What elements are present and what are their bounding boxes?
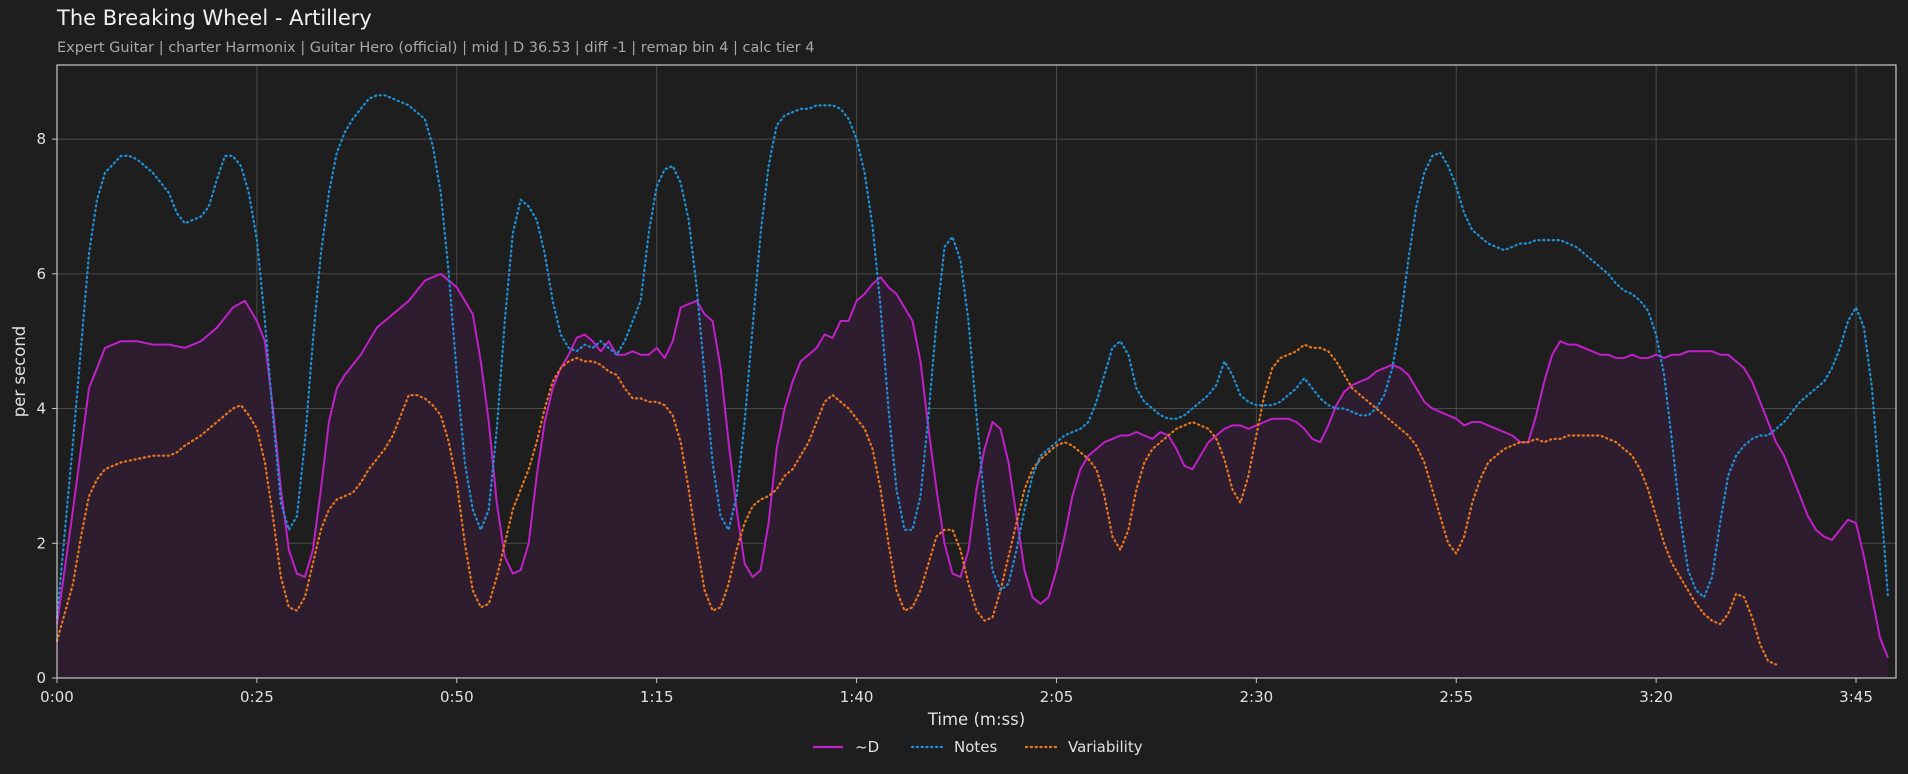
x-tick-label: 1:15	[640, 688, 674, 706]
x-axis-label: Time (m:ss)	[927, 710, 1025, 729]
series-layer	[55, 94, 1890, 678]
x-tick-label: 3:45	[1839, 688, 1873, 706]
y-tick-label: 2	[36, 534, 46, 552]
line-chart: 0:00 0:25 0:50 1:15 1:40 2:05 2:30 2:55 3:20 3:45…	[10, 64, 1897, 756]
legend-label-d: ~D	[855, 738, 879, 756]
x-tick-label: 2:30	[1240, 688, 1274, 706]
x-tick-label: 1:40	[840, 688, 874, 706]
y-tick-label: 4	[36, 400, 46, 418]
x-tick-label: 2:05	[1040, 688, 1074, 706]
x-tick-label: 0:00	[40, 688, 74, 706]
legend-label-notes: Notes	[954, 738, 998, 756]
x-tick-label: 0:50	[440, 688, 474, 706]
legend-label-variability: Variability	[1068, 738, 1143, 756]
d-area-fill	[57, 273, 1889, 678]
x-tick-label: 0:25	[240, 688, 274, 706]
y-tick-label: 0	[36, 669, 46, 687]
legend: ~D Notes Variability	[813, 738, 1143, 756]
y-tick-label: 6	[36, 265, 46, 283]
y-axis-label: per second	[10, 326, 29, 418]
x-tick-label: 3:20	[1639, 688, 1673, 706]
x-tick-label: 2:55	[1439, 688, 1473, 706]
x-axis-ticks: 0:00 0:25 0:50 1:15 1:40 2:05 2:30 2:55 3:20 3:45	[40, 678, 1873, 706]
y-tick-label: 8	[36, 130, 46, 148]
y-axis-ticks: 0 2 4 6 8	[36, 130, 57, 687]
